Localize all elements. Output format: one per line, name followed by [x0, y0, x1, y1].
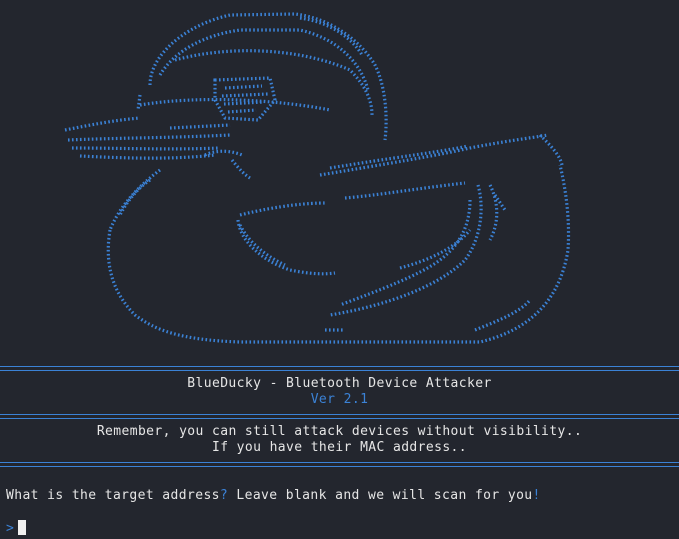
banner-title: BlueDucky - Bluetooth Device Attacker	[187, 376, 492, 391]
prompt-question-text-2: Leave blank and we will scan for you	[228, 488, 533, 503]
prompt-question: What is the target address? Leave blank …	[6, 488, 676, 504]
divider-top	[0, 366, 679, 371]
banner-version: Ver 2.1	[310, 392, 369, 407]
notice-line-2: If you have their MAC address..	[211, 440, 468, 455]
prompt-question-text-1: What is the target address	[6, 488, 220, 503]
text-cursor	[18, 520, 27, 535]
terminal-window: BlueDucky - Bluetooth Device Attacker Ve…	[0, 0, 679, 539]
blueducky-ascii-logo	[64, 12, 571, 344]
input-line[interactable]: >	[6, 520, 676, 537]
prompt-question-mark: ?	[219, 488, 229, 503]
divider-middle	[0, 414, 679, 419]
notice-line-1: Remember, you can still attack devices w…	[96, 424, 583, 439]
prompt-exclamation: !	[532, 488, 541, 503]
divider-bottom	[0, 462, 679, 467]
prompt-marker: >	[6, 521, 15, 536]
duck-art-dots	[64, 12, 571, 344]
